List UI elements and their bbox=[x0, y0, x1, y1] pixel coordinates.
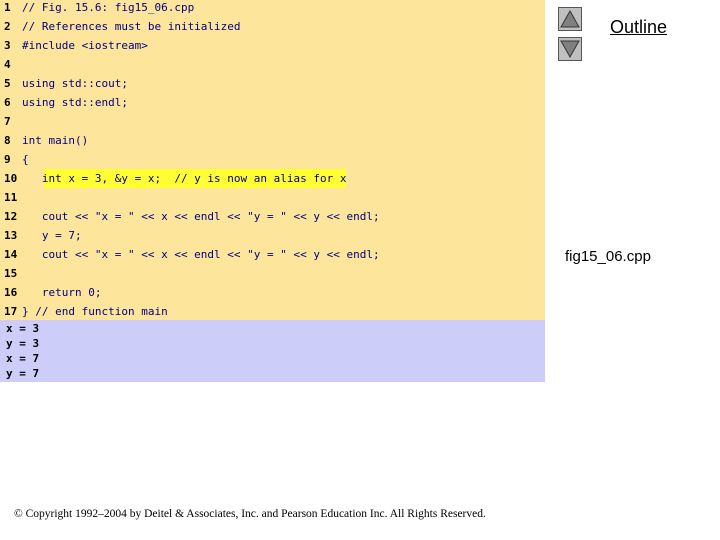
code-text: } // end function main bbox=[22, 305, 168, 318]
code-line: 3 #include <iostream> bbox=[0, 36, 545, 55]
line-number: 7 bbox=[4, 115, 11, 128]
code-text: // Fig. 15.6: fig15_06.cpp bbox=[22, 1, 195, 14]
code-line: 1 // Fig. 15.6: fig15_06.cpp bbox=[0, 0, 545, 17]
code-line: 6 using std::endl; bbox=[0, 93, 545, 112]
line-number: 15 bbox=[4, 267, 18, 280]
code-line: 15 bbox=[0, 264, 545, 283]
line-number: 6 bbox=[4, 96, 11, 109]
code-text: using std::endl; bbox=[22, 96, 128, 109]
triangle-up-icon bbox=[560, 9, 580, 28]
line-number: 17 bbox=[4, 305, 18, 318]
output-line: x = 3 bbox=[6, 322, 40, 335]
line-number: 11 bbox=[4, 191, 18, 204]
code-line: 12 cout << "x = " << x << endl << "y = "… bbox=[0, 207, 545, 226]
code-line: 17 } // end function main bbox=[0, 302, 545, 321]
code-listing-panel: 1 // Fig. 15.6: fig15_06.cpp 2 // Referenc… bbox=[0, 0, 545, 320]
next-slide-button[interactable] bbox=[558, 37, 582, 61]
output-line: y = 7 bbox=[6, 367, 40, 380]
code-text: return 0; bbox=[22, 286, 102, 299]
code-line: 16 return 0; bbox=[0, 283, 545, 302]
code-text: { bbox=[22, 153, 29, 166]
line-number: 14 bbox=[4, 248, 18, 261]
code-line: 8 int main() bbox=[0, 131, 545, 150]
code-text: int x = 3, &y = x; // y is now an alias … bbox=[22, 172, 347, 185]
line-number: 16 bbox=[4, 286, 18, 299]
code-line: 14 cout << "x = " << x << endl << "y = "… bbox=[0, 245, 545, 264]
output-line: y = 3 bbox=[6, 337, 40, 350]
code-line: 4 bbox=[0, 55, 545, 74]
line-number: 5 bbox=[4, 77, 11, 90]
code-text: int main() bbox=[22, 134, 89, 147]
code-text: y = 7; bbox=[22, 229, 82, 242]
line-number: 2 bbox=[4, 20, 11, 33]
code-line: 9{ bbox=[0, 150, 545, 169]
code-line: 7 bbox=[0, 112, 545, 131]
code-text: using std::cout; bbox=[22, 77, 128, 90]
copyright-footer: © Copyright 1992–2004 by Deitel & Associ… bbox=[14, 508, 486, 520]
code-text: // References must be initialized bbox=[22, 20, 241, 33]
line-number: 12 bbox=[4, 210, 18, 223]
triangle-down-icon bbox=[560, 40, 580, 59]
code-text: cout << "x = " << x << endl << "y = " <<… bbox=[22, 248, 380, 261]
line-number: 13 bbox=[4, 229, 18, 242]
previous-slide-button[interactable] bbox=[558, 7, 582, 31]
line-number: 3 bbox=[4, 39, 11, 52]
line-number: 4 bbox=[4, 58, 11, 71]
line-number: 1 bbox=[4, 1, 11, 14]
line-number: 9 bbox=[4, 153, 11, 166]
code-line: 11 bbox=[0, 188, 545, 207]
file-name-label: fig15_06.cpp bbox=[565, 248, 651, 265]
code-line: 2 // References must be initialized bbox=[0, 17, 545, 36]
outline-link[interactable]: Outline bbox=[610, 17, 667, 38]
output-line: x = 7 bbox=[6, 352, 40, 365]
program-output-panel: x = 3 y = 3 x = 7 y = 7 bbox=[0, 320, 545, 382]
line-number: 10 bbox=[4, 172, 18, 185]
code-text: #include <iostream> bbox=[22, 39, 148, 52]
code-text: cout << "x = " << x << endl << "y = " <<… bbox=[22, 210, 380, 223]
code-line: 5 using std::cout; bbox=[0, 74, 545, 93]
line-number: 8 bbox=[4, 134, 11, 147]
code-line: 13 y = 7; bbox=[0, 226, 545, 245]
code-line-highlighted: 10 int x = 3, &y = x; // y is now an ali… bbox=[0, 169, 545, 188]
